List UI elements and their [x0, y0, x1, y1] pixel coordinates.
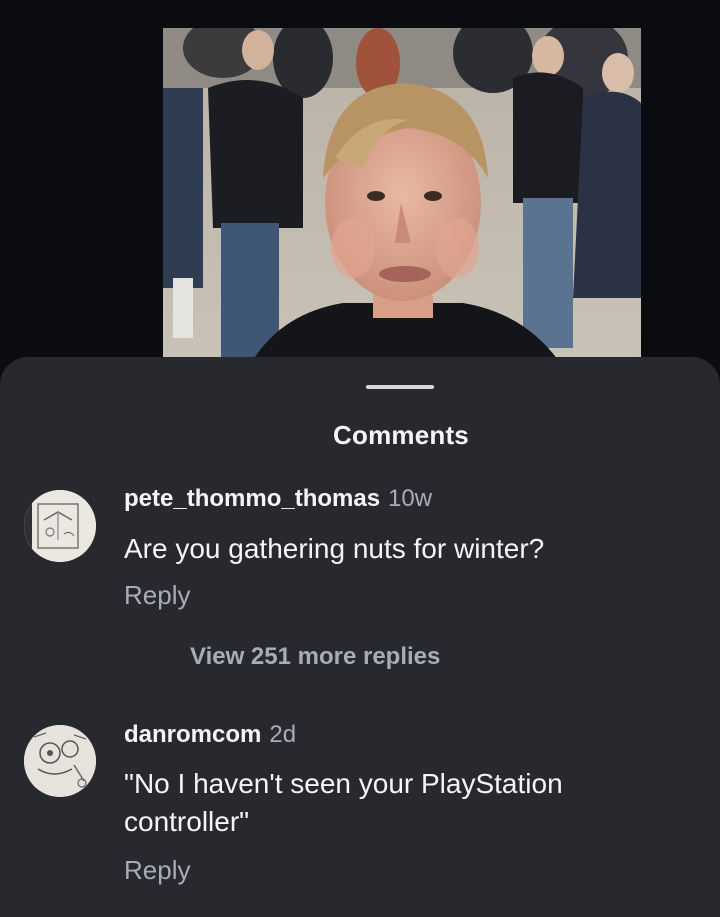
username-text[interactable]: pete_thommo_thomas: [124, 485, 380, 512]
comment-text: "No I haven't seen your PlayStation cont…: [124, 768, 563, 837]
avatar-sketch-icon: [24, 490, 96, 562]
comment-text: Are you gathering nuts for winter?: [124, 533, 545, 564]
sheet-drag-handle[interactable]: [366, 385, 434, 389]
video-thumbnail[interactable]: [163, 28, 641, 360]
username-text[interactable]: danromcom: [124, 721, 261, 748]
avatar[interactable]: [24, 490, 96, 562]
comment-username[interactable]: danromcom 2d: [124, 721, 296, 749]
reply-button[interactable]: Reply: [124, 855, 190, 886]
video-area: [0, 0, 720, 380]
sheet-title: Comments: [333, 420, 469, 450]
comment-username[interactable]: pete_thommo_thomas 10w: [124, 485, 432, 513]
view-more-replies-button[interactable]: View 251 more replies: [190, 643, 440, 671]
video-frame-image: [163, 28, 641, 360]
comment-timestamp: 2d: [269, 721, 297, 748]
comment-timestamp: 10w: [388, 485, 433, 512]
reply-button[interactable]: Reply: [124, 580, 190, 611]
avatar-doodle-icon: [24, 725, 96, 797]
avatar[interactable]: [24, 725, 96, 797]
